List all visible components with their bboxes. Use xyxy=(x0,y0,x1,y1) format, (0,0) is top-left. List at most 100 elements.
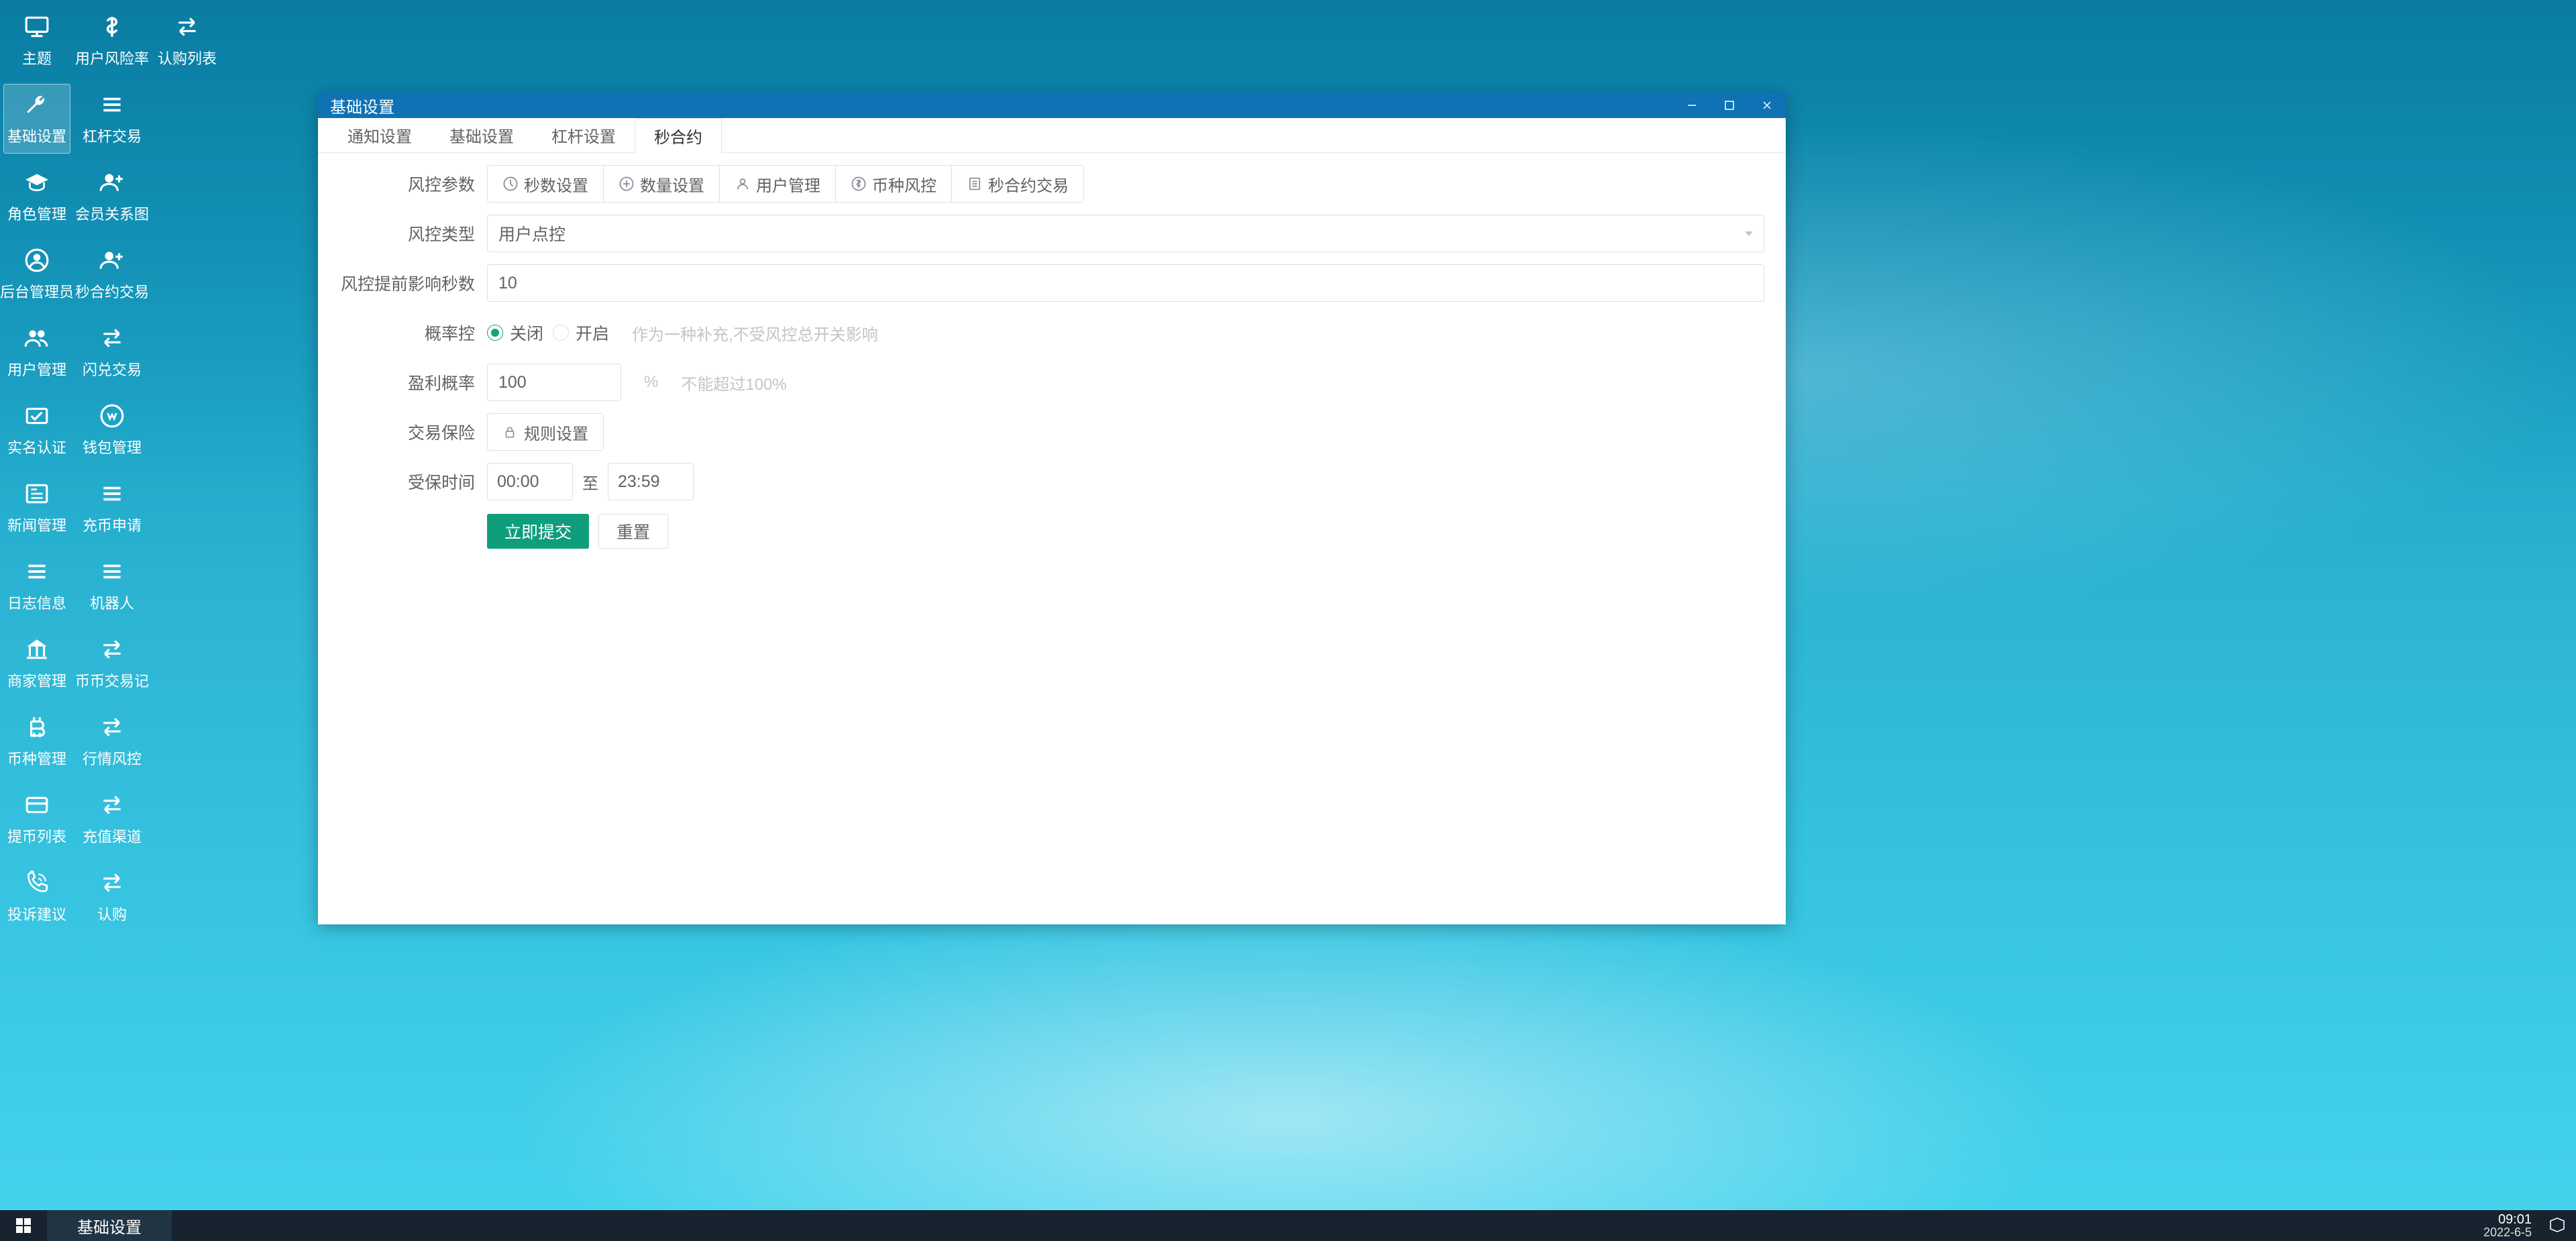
windows-icon xyxy=(15,1217,32,1234)
user-plus-icon xyxy=(99,169,125,196)
clock-date: 2022-6-5 xyxy=(2483,1226,2532,1238)
desktop-icon-lever-trade[interactable]: 杠杆交易 xyxy=(79,85,145,153)
desktop-icon-label: 机器人 xyxy=(90,592,134,613)
desktop-icon-member-relation[interactable]: 会员关系图 xyxy=(79,162,145,231)
dollar-icon xyxy=(99,13,125,40)
desktop-icon-label: 主题 xyxy=(22,47,52,68)
pre-seconds-input[interactable] xyxy=(487,264,1764,302)
swap-icon xyxy=(174,13,201,40)
sub-tab-quantity[interactable]: 数量设置 xyxy=(604,165,720,203)
desktop-icon-deposit-apply[interactable]: 充币申请 xyxy=(79,474,145,542)
time-separator: 至 xyxy=(582,470,598,494)
sub-tab-seconds[interactable]: 秒数设置 xyxy=(487,165,604,203)
prob-off-radio[interactable]: 关闭 xyxy=(487,321,543,345)
desktop-icon-theme[interactable]: 主题 xyxy=(4,7,70,75)
users-icon xyxy=(23,325,50,352)
desktop-icon-flash-trade[interactable]: 闪兑交易 xyxy=(79,318,145,386)
card-icon xyxy=(23,792,50,818)
desktop-icon-label: 投诉建议 xyxy=(7,903,66,924)
desktop-icon-quote-risk[interactable]: 行情风控 xyxy=(79,707,145,775)
desktop-icon-subscribe-list[interactable]: 认购列表 xyxy=(154,7,220,75)
time-to-input[interactable]: 23:59 xyxy=(608,463,694,500)
profit-label: 盈利概率 xyxy=(339,370,487,394)
prob-hint: 作为一种补充,不受风控总开关影响 xyxy=(632,321,878,345)
radio-icon xyxy=(487,325,503,341)
desktop-icon-merchant-mgmt[interactable]: 商家管理 xyxy=(4,629,70,698)
desktop-icon-label: 商家管理 xyxy=(7,669,66,691)
phone-icon xyxy=(23,869,50,896)
taskbar-item-basic-settings[interactable]: 基础设置 xyxy=(47,1210,172,1241)
desktop-icon-label: 行情风控 xyxy=(83,747,142,769)
system-tray: 09:01 2022-6-5 xyxy=(2483,1210,2576,1241)
desktop-icon-label: 认购 xyxy=(97,903,127,924)
tab-lever[interactable]: 杠杆设置 xyxy=(533,118,635,152)
prob-on-radio[interactable]: 开启 xyxy=(553,321,609,345)
submit-button[interactable]: 立即提交 xyxy=(487,514,589,549)
desktop-icon-deposit-channel[interactable]: 充值渠道 xyxy=(79,785,145,853)
profit-unit: % xyxy=(644,373,658,392)
desktop-icon-wallet-mgmt[interactable]: 钱包管理 xyxy=(79,396,145,464)
swap-icon xyxy=(99,714,125,741)
rule-settings-button[interactable]: 规则设置 xyxy=(487,413,604,451)
desktop-icon-label: 认购列表 xyxy=(158,47,217,68)
desktop-icon-label: 实名认证 xyxy=(7,436,66,457)
swap-icon xyxy=(99,792,125,818)
wrench-icon xyxy=(23,91,50,118)
desktop-icon-complaint[interactable]: 投诉建议 xyxy=(4,863,70,931)
taskbar: 基础设置 09:01 2022-6-5 xyxy=(0,1210,2576,1241)
clock[interactable]: 09:01 2022-6-5 xyxy=(2483,1213,2532,1238)
desktop-icon-label: 角色管理 xyxy=(7,203,66,224)
swap-icon xyxy=(99,636,125,663)
desktop-icon-coin-trade-log[interactable]: 币币交易记 xyxy=(79,629,145,698)
desktop-icon-news-mgmt[interactable]: 新闻管理 xyxy=(4,474,70,542)
titlebar[interactable]: 基础设置 xyxy=(318,93,1786,118)
desktop-icon-label: 杠杆交易 xyxy=(83,125,142,146)
desktop-icon-label: 充币申请 xyxy=(83,514,142,535)
notifications-icon[interactable] xyxy=(2548,1216,2567,1236)
desktop-icon-robot[interactable]: 机器人 xyxy=(79,551,145,620)
swap-icon xyxy=(99,325,125,352)
desktop-icon-user-mgmt[interactable]: 用户管理 xyxy=(4,318,70,386)
grad-cap-icon xyxy=(23,169,50,196)
start-button[interactable] xyxy=(0,1210,47,1241)
desktop-icon-label: 用户管理 xyxy=(7,358,66,380)
check-icon xyxy=(23,402,50,429)
desktop-icon-coin-mgmt[interactable]: 币种管理 xyxy=(4,707,70,775)
bank-icon xyxy=(23,636,50,663)
desktop-icon-real-name[interactable]: 实名认证 xyxy=(4,396,70,464)
minimize-button[interactable] xyxy=(1673,93,1711,118)
desktop-icon-label: 充值渠道 xyxy=(83,825,142,847)
desktop-icon-label: 基础设置 xyxy=(7,125,66,146)
desktop-icon-subscribe[interactable]: 认购 xyxy=(79,863,145,931)
insured-time-label: 受保时间 xyxy=(339,470,487,494)
desktop-icon-role-mgmt[interactable]: 角色管理 xyxy=(4,162,70,231)
close-button[interactable] xyxy=(1748,93,1786,118)
maximize-button[interactable] xyxy=(1711,93,1748,118)
user-plus-icon xyxy=(99,247,125,274)
prob-label: 概率控 xyxy=(339,321,487,345)
desktop-icon-label: 日志信息 xyxy=(7,592,66,613)
sub-tab-coin[interactable]: 币种风控 xyxy=(836,165,952,203)
tab-notify[interactable]: 通知设置 xyxy=(329,118,431,152)
list-icon xyxy=(23,558,50,585)
desktop-icon-label: 钱包管理 xyxy=(83,436,142,457)
risk-type-value: 用户点控 xyxy=(498,221,566,246)
sub-tab-sec-trade[interactable]: 秒合约交易 xyxy=(952,165,1084,203)
tab-basic[interactable]: 基础设置 xyxy=(431,118,533,152)
profit-hint: 不能超过100% xyxy=(681,371,786,394)
tab-sec-contract[interactable]: 秒合约 xyxy=(635,118,722,153)
desktop-icon-user-risk-rate[interactable]: 用户风险率 xyxy=(79,7,145,75)
desktop-icon-sec-contract-trade[interactable]: 秒合约交易 xyxy=(79,240,145,309)
desktop-icon-basic-settings[interactable]: 基础设置 xyxy=(4,85,70,153)
desktop-icon-withdraw-list[interactable]: 提币列表 xyxy=(4,785,70,853)
desktop-icon-label: 闪兑交易 xyxy=(83,358,142,380)
profit-input[interactable] xyxy=(487,364,621,401)
time-from-input[interactable]: 00:00 xyxy=(487,463,573,500)
desktop-icon-backend-admin[interactable]: 后台管理员 xyxy=(4,240,70,309)
list-icon xyxy=(99,558,125,585)
basic-settings-window: 基础设置 通知设置基础设置杠杆设置秒合约 风控参数 秒数设置数量设置用户管理币种… xyxy=(318,93,1786,924)
desktop-icon-log-info[interactable]: 日志信息 xyxy=(4,551,70,620)
reset-button[interactable]: 重置 xyxy=(598,514,668,549)
risk-type-select[interactable]: 用户点控 xyxy=(487,215,1764,252)
sub-tab-user[interactable]: 用户管理 xyxy=(720,165,836,203)
